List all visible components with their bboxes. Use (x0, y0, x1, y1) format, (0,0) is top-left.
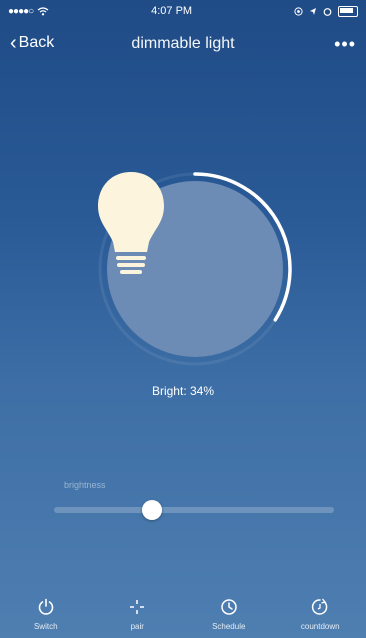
tab-pair[interactable]: pair (97, 598, 177, 631)
tab-label: Switch (33, 622, 58, 631)
battery-icon (337, 5, 358, 17)
back-button[interactable]: ‹ Back (10, 32, 55, 54)
power-icon (38, 598, 54, 615)
tab-countdown[interactable]: countdown (280, 598, 360, 631)
bottom-tab-bar: Switch pair Schedule countdown (0, 588, 366, 638)
back-label: Back (18, 34, 55, 51)
tab-switch[interactable]: Switch (6, 598, 86, 631)
tab-schedule[interactable]: Schedule (189, 598, 269, 631)
slider-label: brightness (64, 480, 106, 490)
nav-bar: ‹ Back dimmable light ••• (0, 24, 366, 64)
status-time: 4:07 PM (151, 5, 193, 17)
tab-label: pair (130, 622, 144, 631)
brightness-readout: Bright: 34% (151, 384, 215, 398)
page-title: dimmable light (131, 35, 235, 52)
tab-label: Schedule (212, 622, 246, 631)
brightness-slider[interactable] (54, 500, 334, 520)
slider-thumb[interactable] (142, 500, 162, 520)
wifi-icon (37, 6, 49, 15)
countdown-icon (312, 598, 328, 615)
clock-icon (221, 599, 237, 615)
alarm-icon (323, 7, 332, 16)
status-bar: ●●●●○ 4:07 PM (0, 0, 366, 22)
signal-indicator: ●●●●○ (8, 5, 34, 17)
brightness-dial[interactable] (96, 170, 294, 368)
location-icon (294, 6, 303, 16)
more-button[interactable]: ••• (334, 34, 356, 55)
light-bulb-icon (98, 172, 164, 274)
arrow-icon (309, 7, 316, 15)
chevron-left-icon: ‹ (10, 32, 17, 54)
tab-label: countdown (300, 622, 340, 631)
pair-icon (130, 600, 145, 614)
